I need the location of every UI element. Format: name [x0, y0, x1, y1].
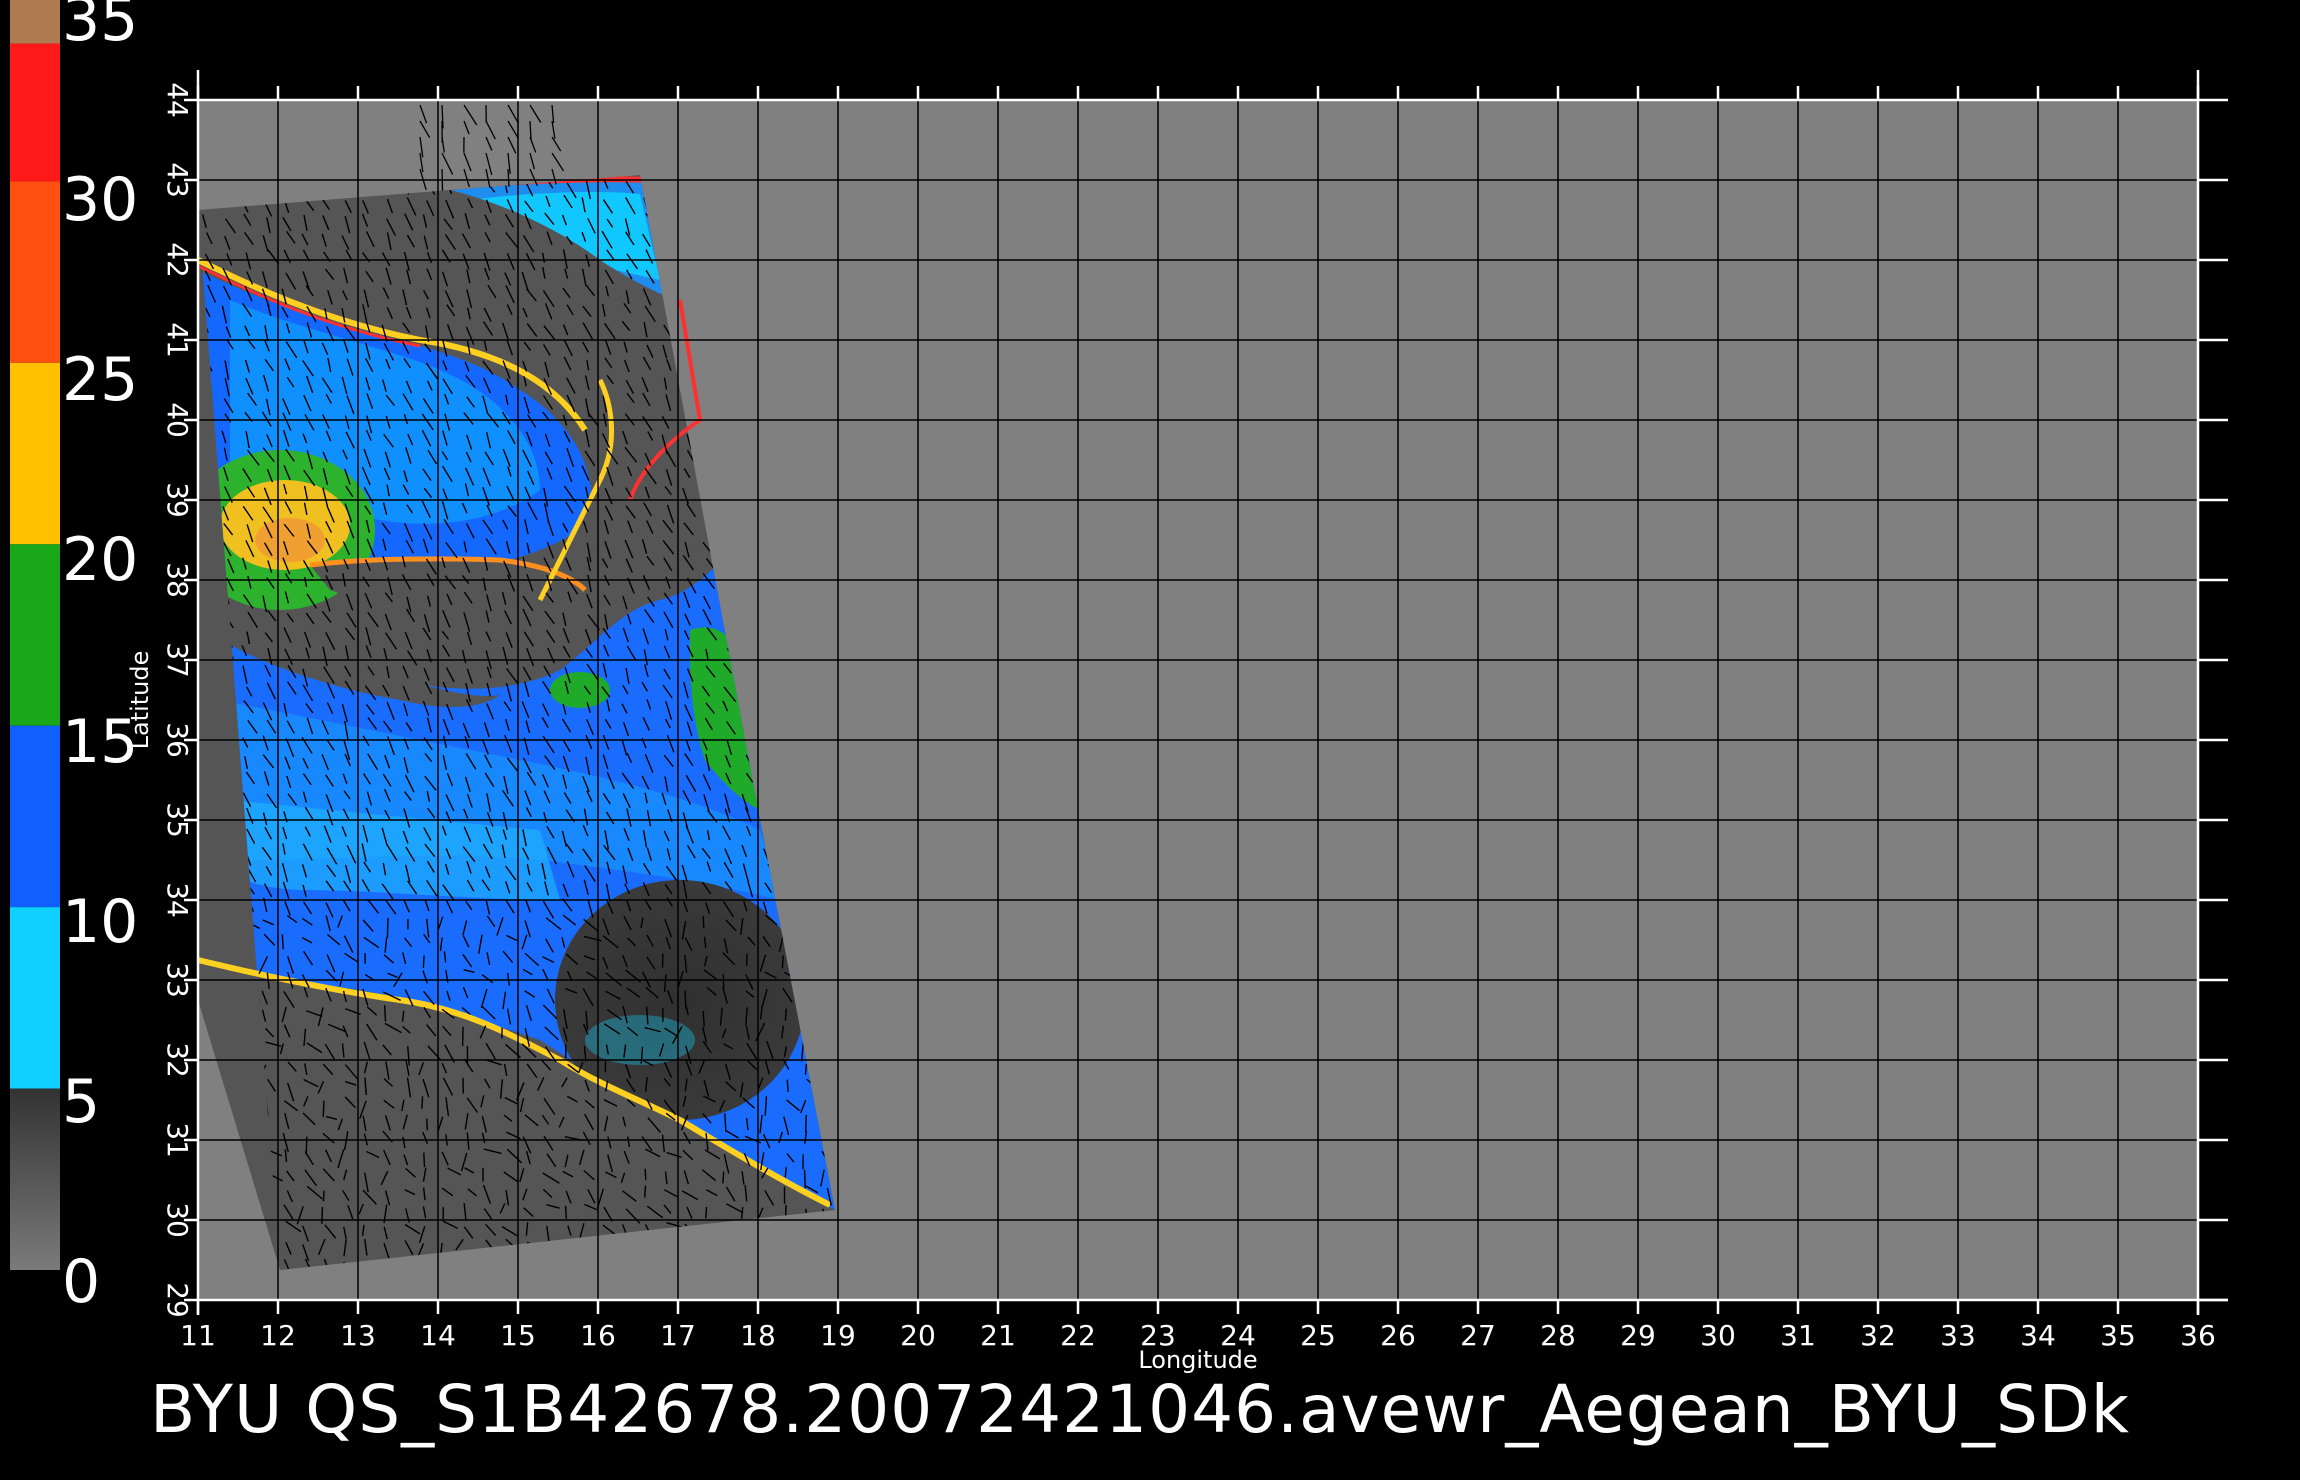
colorbar-label-0: 0 [62, 1247, 100, 1317]
x-tick-label: 12 [260, 1319, 296, 1352]
colorbar [10, 0, 60, 1270]
wind-barb [441, 168, 444, 191]
x-tick-label: 19 [820, 1319, 856, 1352]
colorbar-label-10: 10 [62, 887, 138, 957]
x-tick-label: 30 [1700, 1319, 1736, 1352]
colorbar-segment [10, 907, 60, 1089]
x-tick-label: 34 [2020, 1319, 2056, 1352]
x-tick-label: 16 [580, 1319, 616, 1352]
wind-barb [722, 1171, 725, 1184]
wind-barb [781, 955, 784, 969]
x-tick-label: 27 [1460, 1319, 1496, 1352]
y-tick-label: 32 [161, 1042, 194, 1078]
wind-barb [384, 1005, 387, 1022]
x-tick-label: 26 [1380, 1319, 1416, 1352]
colorbar-segment [10, 43, 60, 182]
y-tick-label: 40 [161, 402, 194, 438]
wind-barb [784, 1008, 787, 1021]
x-tick-label: 20 [900, 1319, 936, 1352]
y-tick-label: 44 [161, 82, 194, 118]
y-tick-label: 42 [161, 242, 194, 278]
wind-barb [281, 934, 284, 950]
colorbar-segment [10, 544, 60, 726]
colorbar-label-35: 35 [62, 0, 138, 55]
x-tick-label: 36 [2180, 1319, 2216, 1352]
colorbar-segment [10, 362, 60, 545]
map-plot: 11 12 13 14 15 16 17 18 19 20 21 22 23 24 25 26 27 28 29 30… [126, 70, 2228, 1374]
x-tick-label: 17 [660, 1319, 696, 1352]
colorbar-segment [10, 0, 60, 44]
x-tick-label: 13 [340, 1319, 376, 1352]
x-tick-label: 15 [500, 1319, 536, 1352]
y-tick-label: 39 [161, 482, 194, 518]
wind-barb [804, 1114, 807, 1133]
y-tick-label: 36 [161, 722, 194, 758]
wind-barb [702, 916, 705, 929]
y-tick-label: 35 [161, 802, 194, 838]
y-tick-label: 37 [161, 642, 194, 678]
y-tick-label: 43 [161, 162, 194, 198]
x-tick-label: 21 [980, 1319, 1016, 1352]
x-tick-label: 14 [420, 1319, 456, 1352]
wind-barb [322, 1190, 325, 1202]
y-tick-label: 29 [161, 1282, 194, 1318]
x-tick-label: 31 [1780, 1319, 1816, 1352]
y-tick-label: 41 [161, 322, 194, 358]
x-tick-label: 32 [1860, 1319, 1896, 1352]
colorbar-label-5: 5 [62, 1067, 100, 1137]
wind-barb [426, 1118, 429, 1131]
x-tick-label: 33 [1940, 1319, 1976, 1352]
y-axis-tick-labels: 29 30 31 32 33 34 35 36 37 38 39 40 41 42 43 44 [161, 82, 194, 1318]
y-tick-label: 31 [161, 1122, 194, 1158]
colorbar-label-20: 20 [62, 525, 138, 595]
wind-barb [786, 1079, 789, 1093]
colorbar-segment [10, 725, 60, 908]
y-tick-label: 38 [161, 562, 194, 598]
wind-barb [804, 1064, 808, 1075]
y-tick-label: 34 [161, 882, 194, 918]
x-tick-label: 35 [2100, 1319, 2136, 1352]
x-tick-label: 25 [1300, 1319, 1336, 1352]
y-tick-label: 30 [161, 1202, 194, 1238]
y-tick-label: 33 [161, 962, 194, 998]
colorbar-label-25: 25 [62, 345, 138, 415]
wind-barb [705, 1206, 708, 1219]
x-axis-title: Longitude [1138, 1346, 1257, 1374]
wind-barb [421, 1096, 424, 1109]
colorbar-segment [10, 1088, 60, 1270]
wind-map-figure: 35 30 25 20 15 10 5 0 11 12 13 14 15 16 … [10, 0, 2228, 1448]
wind-barb [322, 1100, 325, 1118]
wind-barb [643, 1185, 647, 1198]
colorbar-label-30: 30 [62, 165, 138, 235]
wind-barb [564, 1205, 568, 1219]
wind-barb [423, 1152, 426, 1168]
x-tick-label: 29 [1620, 1319, 1656, 1352]
x-tick-label: 28 [1540, 1319, 1576, 1352]
y-axis-title: Latitude [126, 651, 154, 750]
x-tick-label: 18 [740, 1319, 776, 1352]
wind-barb [321, 1207, 324, 1224]
image-caption: BYU QS_S1B42678.20072421046.avewr_Aegean… [150, 1371, 2130, 1448]
wind-barb [803, 1169, 806, 1189]
x-tick-label: 11 [180, 1319, 216, 1352]
colorbar-segment [10, 181, 60, 363]
wind-barb [422, 955, 425, 968]
wind-barb [644, 1168, 647, 1181]
small-green-patch [550, 672, 610, 708]
x-tick-label: 22 [1060, 1319, 1096, 1352]
